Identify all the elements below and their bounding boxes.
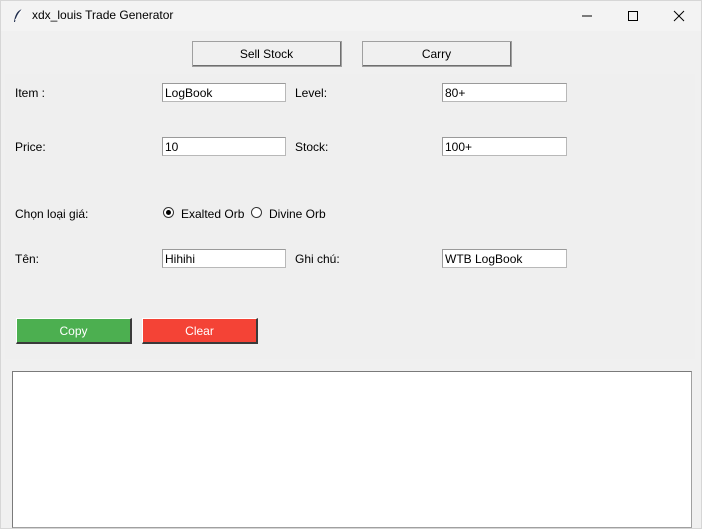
close-button[interactable] — [656, 1, 702, 31]
clear-button[interactable]: Clear — [142, 318, 258, 344]
note-label: Ghi chú: — [295, 252, 340, 266]
form-panel — [5, 74, 695, 359]
close-icon — [673, 10, 685, 22]
price-type-label: Chọn loại giá: — [15, 207, 89, 221]
output-textarea[interactable] — [12, 371, 692, 528]
name-label: Tên: — [15, 252, 40, 266]
level-label: Level: — [295, 86, 328, 100]
carry-button[interactable]: Carry — [362, 41, 512, 67]
radio-divine-orb[interactable] — [251, 207, 262, 218]
title-bar: xdx_louis Trade Generator — [1, 1, 701, 31]
radio-exalted-orb[interactable] — [163, 207, 174, 218]
sell-stock-button[interactable]: Sell Stock — [192, 41, 342, 67]
stock-label: Stock: — [295, 140, 329, 154]
note-field[interactable]: WTB LogBook — [442, 249, 567, 268]
feather-icon — [14, 8, 23, 22]
minimize-button[interactable] — [564, 1, 610, 31]
copy-button[interactable]: Copy — [16, 318, 132, 344]
window-title: xdx_louis Trade Generator — [32, 8, 174, 22]
radio-divine-orb-label[interactable]: Divine Orb — [269, 207, 326, 221]
name-field[interactable]: Hihihi — [162, 249, 286, 268]
radio-selected-dot — [166, 210, 171, 215]
stock-field[interactable]: 100+ — [442, 137, 567, 156]
price-field[interactable]: 10 — [162, 137, 286, 156]
price-label: Price: — [15, 140, 46, 154]
maximize-button[interactable] — [610, 1, 656, 31]
item-label: Item : — [15, 86, 46, 100]
app-window: xdx_louis Trade Generator Sell Stock Car… — [0, 0, 702, 529]
level-field[interactable]: 80+ — [442, 83, 567, 102]
minimize-icon — [582, 15, 592, 17]
radio-exalted-orb-label[interactable]: Exalted Orb — [181, 207, 244, 221]
maximize-icon — [628, 11, 638, 21]
item-field[interactable]: LogBook — [162, 83, 286, 102]
